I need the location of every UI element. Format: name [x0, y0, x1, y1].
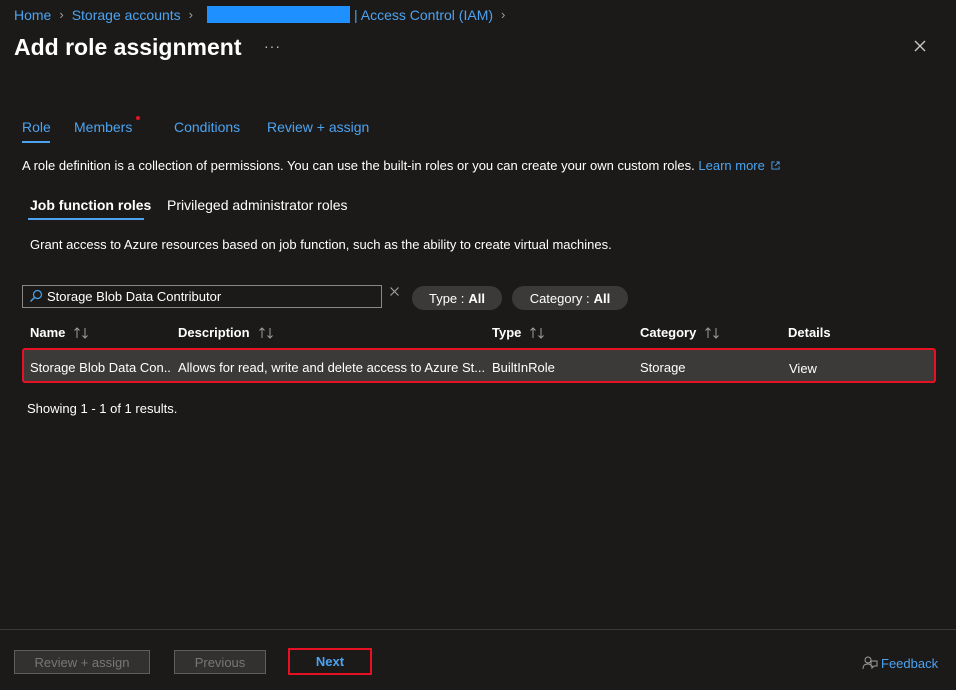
breadcrumb-storage-accounts-link[interactable]: Storage accounts [72, 7, 181, 23]
search-icon [30, 289, 43, 302]
tab-role[interactable]: Role [22, 119, 51, 135]
type-filter-pill[interactable]: Type : All [412, 286, 502, 310]
results-count: Showing 1 - 1 of 1 results. [27, 401, 178, 416]
sort-icon [705, 326, 720, 339]
feedback-link[interactable]: Feedback [862, 655, 938, 671]
column-header-name-label: Name [30, 325, 66, 340]
job-function-description: Grant access to Azure resources based on… [30, 237, 612, 252]
subtab-job-function-roles[interactable]: Job function roles [30, 197, 151, 213]
page-title: Add role assignment [14, 34, 242, 60]
type-filter-value: All [468, 290, 486, 306]
column-header-details-label: Details [788, 325, 831, 340]
column-header-description-label: Description [178, 325, 250, 340]
column-header-type-label: Type [492, 325, 522, 340]
intro-text: A role definition is a collection of per… [22, 158, 695, 173]
column-header-category-label: Category [640, 325, 697, 340]
sort-icon [258, 326, 273, 339]
category-filter-label: Category : [529, 290, 590, 306]
row-name-cell: Storage Blob Data Con... [30, 360, 172, 375]
previous-button[interactable]: Previous [174, 650, 266, 674]
chevron-right-icon: › [59, 7, 64, 22]
row-description-cell: Allows for read, write and delete access… [178, 360, 484, 375]
category-filter-pill[interactable]: Category : All [512, 286, 628, 310]
row-category-cell: Storage [640, 360, 686, 375]
breadcrumb-iam-link[interactable]: | Access Control (IAM) [354, 7, 493, 23]
column-header-description[interactable]: Description [178, 325, 274, 340]
column-header-type[interactable]: Type [492, 325, 545, 340]
active-tab-indicator [22, 141, 50, 143]
subtab-privileged-administrator-roles[interactable]: Privileged administrator roles [167, 197, 348, 213]
role-search-box[interactable] [22, 285, 382, 308]
feedback-label: Feedback [881, 655, 939, 671]
tab-review-assign[interactable]: Review + assign [267, 119, 369, 135]
close-icon[interactable] [910, 36, 930, 56]
sort-icon [74, 326, 89, 339]
sort-icon [530, 326, 545, 339]
redacted-account-name[interactable] [207, 6, 351, 23]
category-filter-value: All [593, 290, 611, 306]
tab-conditions[interactable]: Conditions [174, 119, 240, 135]
column-header-category[interactable]: Category [640, 325, 720, 340]
learn-more-link[interactable]: Learn more [698, 158, 764, 173]
required-indicator-dot [136, 116, 140, 120]
external-link-icon [771, 161, 781, 170]
feedback-icon [862, 656, 878, 670]
footer-divider [0, 629, 956, 630]
type-filter-label: Type : [428, 290, 465, 306]
breadcrumb-home-link[interactable]: Home [14, 7, 51, 23]
chevron-right-icon: › [188, 7, 194, 22]
column-header-name[interactable]: Name [30, 325, 89, 340]
role-definition-description: A role definition is a collection of per… [22, 158, 781, 173]
tab-members[interactable]: Members [74, 119, 132, 135]
row-type-cell: BuiltInRole [492, 360, 555, 375]
breadcrumb: Home › Storage accounts › | Access Contr… [14, 6, 513, 23]
active-subtab-indicator [28, 218, 144, 220]
chevron-right-icon: › [501, 7, 506, 22]
clear-search-icon[interactable] [389, 286, 400, 297]
more-options-button[interactable]: ··· [264, 38, 281, 54]
column-header-details: Details [788, 325, 831, 340]
next-button[interactable]: Next [288, 648, 372, 675]
view-details-link[interactable]: View [789, 361, 817, 376]
review-assign-button[interactable]: Review + assign [14, 650, 150, 674]
search-input[interactable] [47, 286, 377, 307]
